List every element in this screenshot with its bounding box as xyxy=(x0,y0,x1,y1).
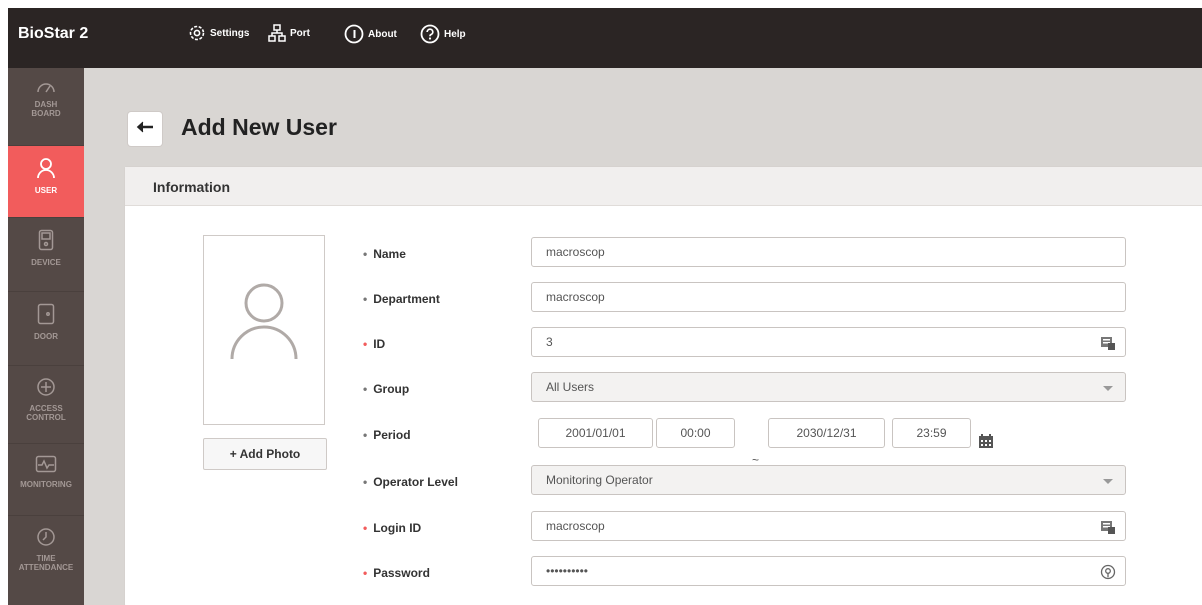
access-control-icon xyxy=(36,377,56,404)
information-card: Information + Add Photo • Name macroscop … xyxy=(124,166,1202,605)
calendar-icon[interactable] xyxy=(978,433,994,454)
top-bar: BioStar 2 Settings Port About Help xyxy=(8,8,1202,68)
id-card-icon[interactable] xyxy=(1100,519,1116,538)
app-title: BioStar 2 xyxy=(18,25,89,42)
arrow-left-icon xyxy=(136,120,154,138)
about-menu[interactable]: About xyxy=(344,24,397,44)
settings-menu[interactable]: Settings xyxy=(188,24,249,42)
network-icon xyxy=(268,24,286,42)
sidebar-label-time-1: TIME xyxy=(36,554,56,563)
chevron-down-icon xyxy=(1103,386,1113,391)
sidebar-item-dashboard[interactable]: DASH BOARD xyxy=(8,68,84,146)
password-label: • Password xyxy=(363,566,430,580)
sidebar: DASH BOARD USER DEVICE DOOR ACCESS CONTR… xyxy=(8,68,84,605)
main-content: Add New User Information + Add Photo • Na… xyxy=(84,68,1202,605)
card-title: Information xyxy=(153,179,230,195)
back-button[interactable] xyxy=(128,112,162,146)
password-field[interactable]: •••••••••• xyxy=(531,556,1126,586)
monitoring-icon xyxy=(35,455,57,480)
period-end-time[interactable]: 23:59 xyxy=(892,418,971,448)
help-icon xyxy=(420,24,440,44)
group-select[interactable]: All Users xyxy=(531,372,1126,402)
sidebar-item-device[interactable]: DEVICE xyxy=(8,218,84,292)
department-label: • Department xyxy=(363,292,440,306)
sidebar-item-user[interactable]: USER xyxy=(8,146,84,218)
gear-icon xyxy=(188,24,206,42)
door-icon xyxy=(37,303,55,332)
login-id-field[interactable]: macroscop xyxy=(531,511,1126,541)
sidebar-label-monitoring: MONITORING xyxy=(20,480,72,489)
login-id-label: • Login ID xyxy=(363,521,422,535)
card-header: Information xyxy=(125,167,1202,206)
period-start-date[interactable]: 2001/01/01 xyxy=(538,418,653,448)
sidebar-label-access-2: CONTROL xyxy=(26,413,66,422)
sidebar-label-device: DEVICE xyxy=(31,258,61,267)
sidebar-label-user: USER xyxy=(34,186,58,195)
operator-level-select[interactable]: Monitoring Operator xyxy=(531,465,1126,495)
period-start-time[interactable]: 00:00 xyxy=(656,418,735,448)
user-icon xyxy=(36,157,56,186)
settings-label: Settings xyxy=(210,27,250,39)
sidebar-label-dashboard-2: BOARD xyxy=(31,109,61,118)
sidebar-item-monitoring[interactable]: MONITORING xyxy=(8,444,84,516)
about-label: About xyxy=(368,28,397,40)
sidebar-label-door: DOOR xyxy=(34,332,58,341)
department-field[interactable]: macroscop xyxy=(531,282,1126,312)
port-menu[interactable]: Port xyxy=(268,24,310,42)
page-title: Add New User xyxy=(181,114,337,140)
port-label: Port xyxy=(290,27,310,39)
sidebar-item-access-control[interactable]: ACCESS CONTROL xyxy=(8,366,84,444)
fingerprint-icon[interactable] xyxy=(1100,564,1116,583)
period-label: • Period xyxy=(363,428,411,442)
add-photo-button[interactable]: + Add Photo xyxy=(203,438,327,470)
clock-icon xyxy=(36,527,56,554)
info-icon xyxy=(344,24,364,44)
period-end-date[interactable]: 2030/12/31 xyxy=(768,418,885,448)
app-window: BioStar 2 Settings Port About Help DASH … xyxy=(8,8,1202,605)
group-label: • Group xyxy=(363,382,410,396)
id-field[interactable]: 3 xyxy=(531,327,1126,357)
sidebar-label-access-1: ACCESS xyxy=(29,404,63,413)
id-card-icon[interactable] xyxy=(1100,335,1116,354)
help-menu[interactable]: Help xyxy=(420,24,466,44)
sidebar-label-time-2: ATTENDANCE xyxy=(18,563,74,572)
photo-placeholder xyxy=(203,235,325,425)
gauge-icon xyxy=(36,79,56,100)
sidebar-item-door[interactable]: DOOR xyxy=(8,292,84,366)
id-label: • ID xyxy=(363,337,386,351)
sidebar-label-dashboard-1: DASH xyxy=(34,100,58,109)
name-field[interactable]: macroscop xyxy=(531,237,1126,267)
device-icon xyxy=(38,229,54,258)
operator-level-label: • Operator Level xyxy=(363,475,458,489)
name-label: • Name xyxy=(363,247,406,261)
help-label: Help xyxy=(444,28,466,40)
chevron-down-icon xyxy=(1103,479,1113,484)
sidebar-item-time-attendance[interactable]: TIME ATTENDANCE xyxy=(8,516,84,605)
